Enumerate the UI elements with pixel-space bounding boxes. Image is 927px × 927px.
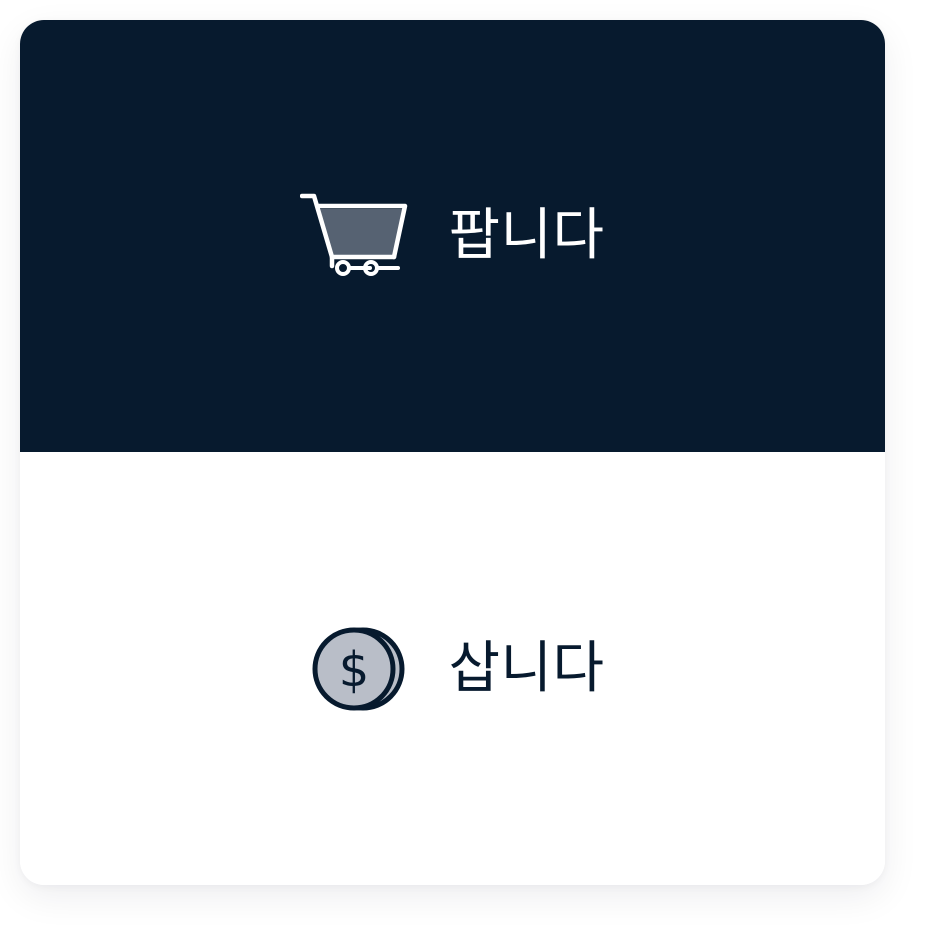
buy-option-label: 삽니다 <box>448 635 605 701</box>
coins-dollar-icon: $ <box>300 624 410 714</box>
buy-option-content: $ 삽니다 <box>300 624 604 714</box>
shopping-cart-icon <box>300 191 410 281</box>
sell-option[interactable]: 팝니다 <box>20 20 885 452</box>
svg-text:$: $ <box>339 642 370 698</box>
buy-option[interactable]: $ 삽니다 <box>20 452 885 885</box>
trade-type-card: 팝니다 $ 삽니다 <box>20 20 885 885</box>
sell-option-label: 팝니다 <box>448 203 605 268</box>
sell-option-content: 팝니다 <box>300 191 604 281</box>
